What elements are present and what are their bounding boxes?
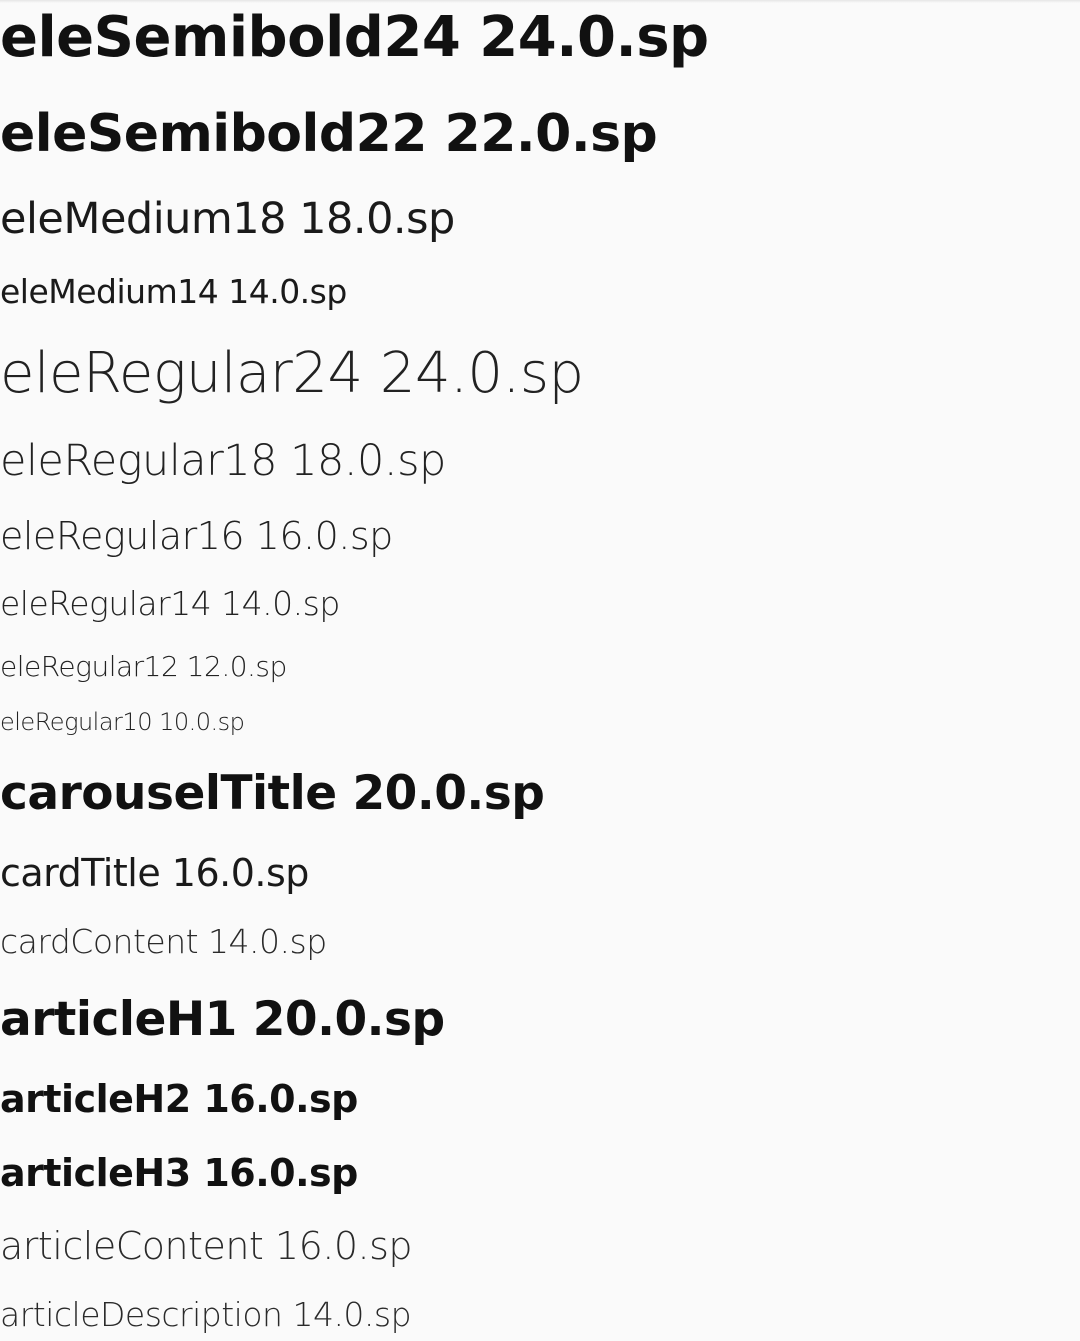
sample-ele-regular-16: eleRegular16 16.0.sp (0, 514, 393, 558)
sample-article-content: articleContent 16.0.sp (0, 1224, 413, 1268)
sample-carousel-title: carouselTitle 20.0.sp (0, 766, 545, 821)
sample-ele-medium-14: eleMedium14 14.0.sp (0, 272, 347, 311)
sample-article-h1: articleH1 20.0.sp (0, 992, 445, 1047)
sample-card-title: cardTitle 16.0.sp (0, 851, 309, 895)
sample-ele-semibold-22: eleSemibold22 22.0.sp (0, 104, 658, 164)
sample-card-content: cardContent 14.0.sp (0, 922, 327, 961)
sample-ele-semibold-24: eleSemibold24 24.0.sp (0, 5, 709, 70)
sample-ele-regular-24: eleRegular24 24.0.sp (0, 341, 584, 406)
sample-article-h3: articleH3 16.0.sp (0, 1151, 358, 1195)
status-bar-shadow (0, 0, 1080, 3)
sample-ele-regular-12: eleRegular12 12.0.sp (0, 650, 287, 683)
sample-article-description: articleDescription 14.0.sp (0, 1295, 412, 1334)
sample-ele-regular-14: eleRegular14 14.0.sp (0, 584, 340, 623)
sample-ele-regular-10: eleRegular10 10.0.sp (0, 708, 245, 736)
sample-article-h2: articleH2 16.0.sp (0, 1077, 358, 1121)
sample-ele-regular-18: eleRegular18 18.0.sp (0, 436, 446, 486)
sample-ele-medium-18: eleMedium18 18.0.sp (0, 194, 455, 244)
